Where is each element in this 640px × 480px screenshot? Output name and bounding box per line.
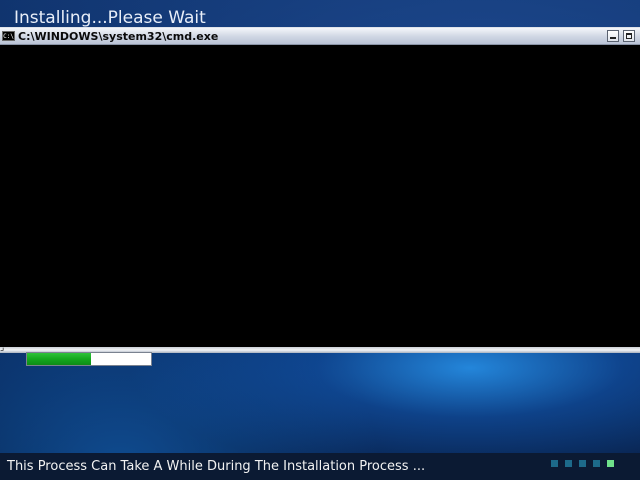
status-bar: This Process Can Take A While During The… bbox=[0, 453, 640, 480]
cmd-icon: C:\ bbox=[2, 31, 15, 41]
cmd-window-title: C:\WINDOWS\system32\cmd.exe bbox=[18, 30, 219, 43]
progress-fill bbox=[27, 353, 92, 365]
step-dot bbox=[565, 460, 572, 467]
resize-grip-icon[interactable]: ⌟ bbox=[0, 344, 9, 353]
cmd-console-area[interactable] bbox=[0, 45, 640, 348]
step-dot bbox=[551, 460, 558, 467]
step-dot-active bbox=[607, 460, 614, 467]
cmd-window[interactable]: C:\ C:\WINDOWS\system32\cmd.exe bbox=[0, 27, 640, 353]
minimize-button[interactable] bbox=[607, 30, 619, 42]
status-message: This Process Can Take A While During The… bbox=[7, 459, 426, 474]
step-dot bbox=[579, 460, 586, 467]
installing-heading: Installing...Please Wait bbox=[14, 8, 206, 28]
maximize-button[interactable] bbox=[623, 30, 635, 42]
installation-progress-bar bbox=[26, 352, 152, 366]
step-dot bbox=[593, 460, 600, 467]
step-indicator bbox=[551, 460, 614, 468]
cmd-titlebar[interactable]: C:\ C:\WINDOWS\system32\cmd.exe bbox=[0, 28, 640, 45]
